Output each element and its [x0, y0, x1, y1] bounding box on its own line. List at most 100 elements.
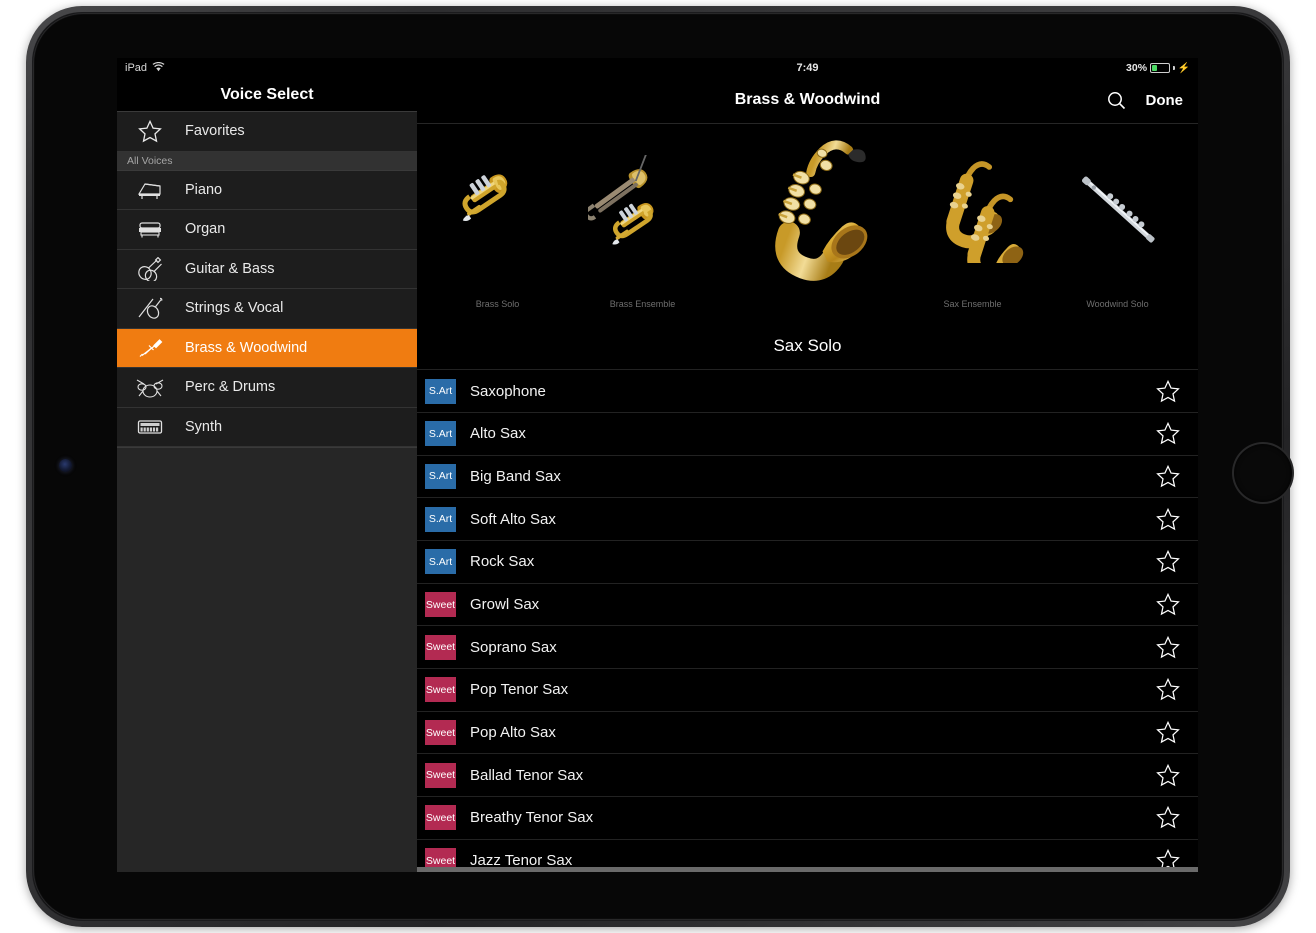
sidebar-section-header: All Voices [117, 152, 417, 171]
synth-keyboard-icon [131, 414, 169, 440]
violin-icon [131, 295, 169, 321]
wifi-icon [152, 62, 165, 75]
main-panel: 7:49 30% ⚡ Brass & Woodwind Done [417, 58, 1198, 872]
voice-name: Growl Sax [470, 596, 1156, 613]
category-brass-solo[interactable]: Brass Solo [425, 124, 570, 315]
list-scrollbar[interactable] [417, 867, 1198, 872]
sidebar-item-strings-vocal[interactable]: Strings & Vocal [117, 289, 417, 329]
favorite-star-icon[interactable] [1156, 465, 1180, 488]
done-button[interactable]: Done [1146, 92, 1184, 109]
sidebar-item-label: Piano [185, 182, 222, 198]
voice-badge: Sweet [425, 805, 456, 830]
voice-row[interactable]: Sweet Breathy Tenor Sax [417, 796, 1198, 839]
sidebar-item-label: Perc & Drums [185, 379, 275, 395]
alto-saxophone-image [715, 124, 900, 313]
voice-name: Ballad Tenor Sax [470, 767, 1156, 784]
category-sax-ensemble[interactable]: Sax Ensemble [900, 124, 1045, 315]
favorite-star-icon[interactable] [1156, 721, 1180, 744]
sidebar-item-label: Synth [185, 419, 222, 435]
voice-row[interactable]: SweetPop Tenor Sax [417, 668, 1198, 711]
sidebar-title: Voice Select [117, 78, 417, 112]
battery-fill [1152, 65, 1157, 71]
voice-badge: S.Art [425, 464, 456, 489]
front-camera-icon [59, 459, 72, 472]
favorite-star-icon[interactable] [1156, 550, 1180, 573]
category-label: Brass Solo [476, 299, 520, 315]
page-title: Brass & Woodwind [735, 91, 881, 109]
voice-badge: Sweet [425, 763, 456, 788]
status-carrier-label: iPad [125, 62, 147, 74]
trumpet-icon [131, 335, 169, 361]
favorite-star-icon[interactable] [1156, 678, 1180, 701]
voice-row[interactable]: S.ArtSoft Alto Sax [417, 497, 1198, 540]
sidebar-item-label: Organ [185, 221, 225, 237]
voice-row[interactable]: S.Art Alto Sax [417, 412, 1198, 455]
drum-kit-icon [131, 374, 169, 400]
voice-row[interactable]: Sweet Ballad Tenor Sax [417, 753, 1198, 796]
voice-list[interactable]: S.Art Saxophone S.Art Alto Sax S.Art Big Band… [417, 369, 1198, 872]
voice-row[interactable]: S.Art Rock Sax [417, 540, 1198, 583]
voice-badge: S.Art [425, 379, 456, 404]
favorite-star-icon[interactable] [1156, 593, 1180, 616]
category-sax-solo[interactable]: Sax Solo [715, 124, 900, 315]
sidebar-item-label: Strings & Vocal [185, 300, 283, 316]
battery-percent-label: 30% [1126, 62, 1147, 74]
sidebar-section-header-label: All Voices [127, 155, 173, 167]
voice-name: Rock Sax [470, 553, 1156, 570]
home-button[interactable] [1232, 442, 1294, 504]
sidebar-item-favorites[interactable]: Favorites [117, 112, 417, 152]
organ-icon [131, 216, 169, 242]
sidebar-item-perc-drums[interactable]: Perc & Drums [117, 368, 417, 408]
voice-name: Breathy Tenor Sax [470, 809, 1156, 826]
voice-badge: S.Art [425, 549, 456, 574]
sidebar-item-piano[interactable]: Piano [117, 171, 417, 211]
category-brass-ensemble[interactable]: Brass Ensemble [570, 124, 715, 315]
voice-row[interactable]: Sweet Growl Sax [417, 583, 1198, 626]
search-icon[interactable] [1107, 91, 1126, 110]
sidebar: iPad Voice Select Favorites All Voices [117, 58, 417, 872]
category-woodwind-solo[interactable]: Woodwind Solo [1045, 124, 1190, 315]
voice-name: Alto Sax [470, 425, 1156, 442]
sidebar-item-synth[interactable]: Synth [117, 408, 417, 448]
voice-name: Saxophone [470, 383, 1156, 400]
guitar-bass-icon [131, 256, 169, 282]
selected-category-title: Sax Solo [417, 323, 1198, 369]
voice-row[interactable]: S.Art Saxophone [417, 369, 1198, 412]
voice-name: Big Band Sax [470, 468, 1156, 485]
sidebar-item-brass-woodwind[interactable]: Brass & Woodwind [117, 329, 417, 369]
star-outline-icon [131, 118, 169, 144]
trumpet-image [458, 124, 538, 297]
flute-image [1063, 124, 1173, 297]
favorite-star-icon[interactable] [1156, 764, 1180, 787]
voice-name: Pop Alto Sax [470, 724, 1156, 741]
grand-piano-icon [131, 177, 169, 203]
voice-name: Soprano Sax [470, 639, 1156, 656]
nav-right-actions: Done [1107, 91, 1184, 110]
sidebar-status-bar: iPad [117, 58, 417, 78]
battery-status: 30% ⚡ [1126, 58, 1190, 78]
favorite-star-icon[interactable] [1156, 422, 1180, 445]
two-saxophones-image [918, 124, 1028, 297]
voice-badge: Sweet [425, 635, 456, 660]
voice-row[interactable]: S.Art Big Band Sax [417, 455, 1198, 498]
favorite-star-icon[interactable] [1156, 806, 1180, 829]
voice-badge: Sweet [425, 720, 456, 745]
trombone-trumpet-image [588, 124, 698, 297]
voice-badge: Sweet [425, 677, 456, 702]
voice-row[interactable]: Sweet Soprano Sax [417, 625, 1198, 668]
category-carousel[interactable]: Brass Solo [417, 124, 1198, 323]
favorite-star-icon[interactable] [1156, 636, 1180, 659]
voice-badge: S.Art [425, 421, 456, 446]
battery-cap-icon [1173, 66, 1175, 70]
charging-bolt-icon: ⚡ [1178, 63, 1190, 74]
sidebar-item-organ[interactable]: Organ [117, 210, 417, 250]
voice-badge: Sweet [425, 592, 456, 617]
favorite-star-icon[interactable] [1156, 508, 1180, 531]
favorite-star-icon[interactable] [1156, 380, 1180, 403]
main-status-bar: 7:49 30% ⚡ [417, 58, 1198, 78]
voice-name: Soft Alto Sax [470, 511, 1156, 528]
category-label: Woodwind Solo [1086, 299, 1148, 315]
sidebar-item-guitar-bass[interactable]: Guitar & Bass [117, 250, 417, 290]
selected-category-label: Sax Solo [773, 336, 841, 356]
voice-row[interactable]: Sweet Pop Alto Sax [417, 711, 1198, 754]
